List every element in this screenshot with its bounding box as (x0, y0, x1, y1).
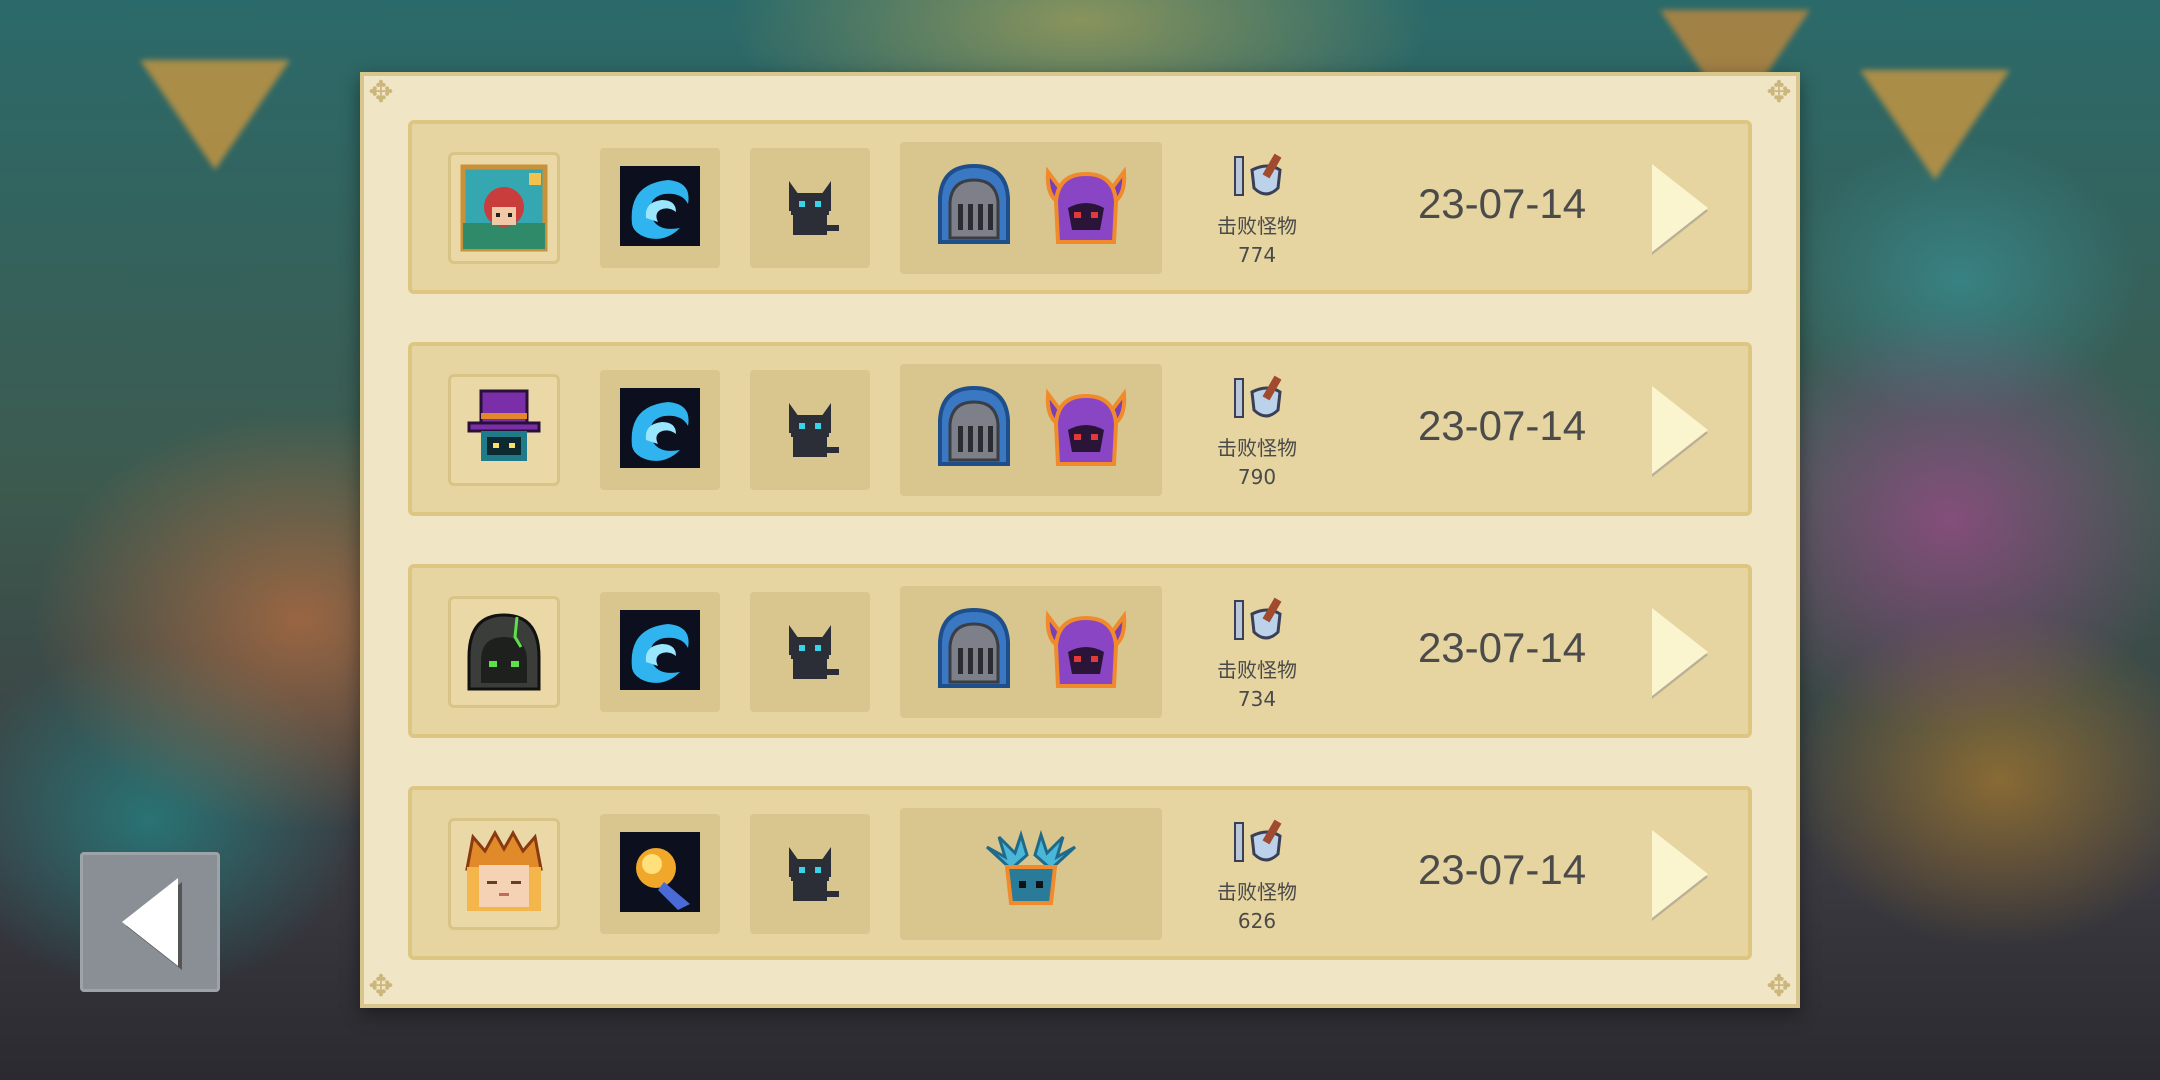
record-date: 23-07-14 (1417, 846, 1587, 893)
stat-value: 626 (1237, 909, 1277, 933)
purple-horned-demon-icon (1038, 602, 1134, 702)
record-date: 23-07-14 (1417, 624, 1587, 671)
records-panel: ✥ ✥ ✥ ✥ 击败怪物 774 23-07-14 击败怪物 790 23-07… (360, 72, 1800, 1008)
stat-value: 774 (1237, 243, 1277, 267)
stat-value: 790 (1237, 465, 1277, 489)
black-cat-icon (775, 171, 845, 245)
blue-wave-icon (618, 386, 702, 474)
sword-shield-icon (1228, 819, 1286, 872)
weapon-slot[interactable] (600, 814, 720, 934)
record-date: 23-07-14 (1417, 402, 1587, 449)
record-row[interactable]: 击败怪物 734 23-07-14 (408, 564, 1752, 738)
open-record-arrow-icon[interactable] (1652, 386, 1708, 474)
record-row[interactable]: 击败怪物 626 23-07-14 (408, 786, 1752, 960)
defeated-boss-slot[interactable] (900, 586, 1162, 718)
stat-label: 击败怪物 (1217, 436, 1297, 460)
monsters-defeated-stat: 击败怪物 790 (1202, 374, 1312, 489)
stat-label: 击败怪物 (1217, 880, 1297, 904)
purple-horned-demon-icon (1038, 158, 1134, 258)
pet-slot[interactable] (750, 814, 870, 934)
top-hat-character-icon (448, 374, 560, 486)
corner-ornament: ✥ (368, 969, 394, 1004)
pet-slot[interactable] (750, 370, 870, 490)
open-record-arrow-icon[interactable] (1652, 164, 1708, 252)
open-record-arrow-icon[interactable] (1652, 830, 1708, 918)
record-date: 23-07-14 (1417, 180, 1587, 227)
back-button[interactable] (80, 852, 220, 992)
monsters-defeated-stat: 击败怪物 774 (1202, 152, 1312, 267)
open-record-arrow-icon[interactable] (1652, 608, 1708, 696)
weapon-slot[interactable] (600, 370, 720, 490)
stat-value: 734 (1237, 687, 1277, 711)
knight-helmet-icon (928, 380, 1018, 480)
knight-helmet-icon (928, 602, 1018, 702)
weapon-slot[interactable] (600, 148, 720, 268)
defeated-boss-slot[interactable] (900, 364, 1162, 496)
record-row[interactable]: 击败怪物 774 23-07-14 (408, 120, 1752, 294)
pet-slot[interactable] (750, 148, 870, 268)
sword-shield-icon (1228, 597, 1286, 650)
golden-fist-icon (618, 830, 702, 918)
knight-helmet-icon (928, 158, 1018, 258)
defeated-boss-slot[interactable] (900, 808, 1162, 940)
black-cat-icon (775, 615, 845, 689)
stat-label: 击败怪物 (1217, 658, 1297, 682)
black-cat-icon (775, 837, 845, 911)
weapon-slot[interactable] (600, 592, 720, 712)
sword-shield-icon (1228, 153, 1286, 206)
dark-hooded-character-icon (448, 596, 560, 708)
golden-headdress-character-icon (448, 818, 560, 930)
red-hood-portrait-icon (448, 152, 560, 264)
monsters-defeated-stat: 击败怪物 626 (1202, 818, 1312, 933)
blue-wave-icon (618, 608, 702, 696)
corner-ornament: ✥ (1766, 75, 1792, 110)
blue-wave-icon (618, 164, 702, 252)
blue-crystal-creature-icon (981, 827, 1081, 921)
corner-ornament: ✥ (1766, 969, 1792, 1004)
monsters-defeated-stat: 击败怪物 734 (1202, 596, 1312, 711)
defeated-boss-slot[interactable] (900, 142, 1162, 274)
stat-label: 击败怪物 (1217, 214, 1297, 238)
purple-horned-demon-icon (1038, 380, 1134, 480)
pet-slot[interactable] (750, 592, 870, 712)
record-row[interactable]: 击败怪物 790 23-07-14 (408, 342, 1752, 516)
sword-shield-icon (1228, 375, 1286, 428)
black-cat-icon (775, 393, 845, 467)
back-arrow-icon (122, 878, 178, 966)
corner-ornament: ✥ (368, 75, 394, 110)
